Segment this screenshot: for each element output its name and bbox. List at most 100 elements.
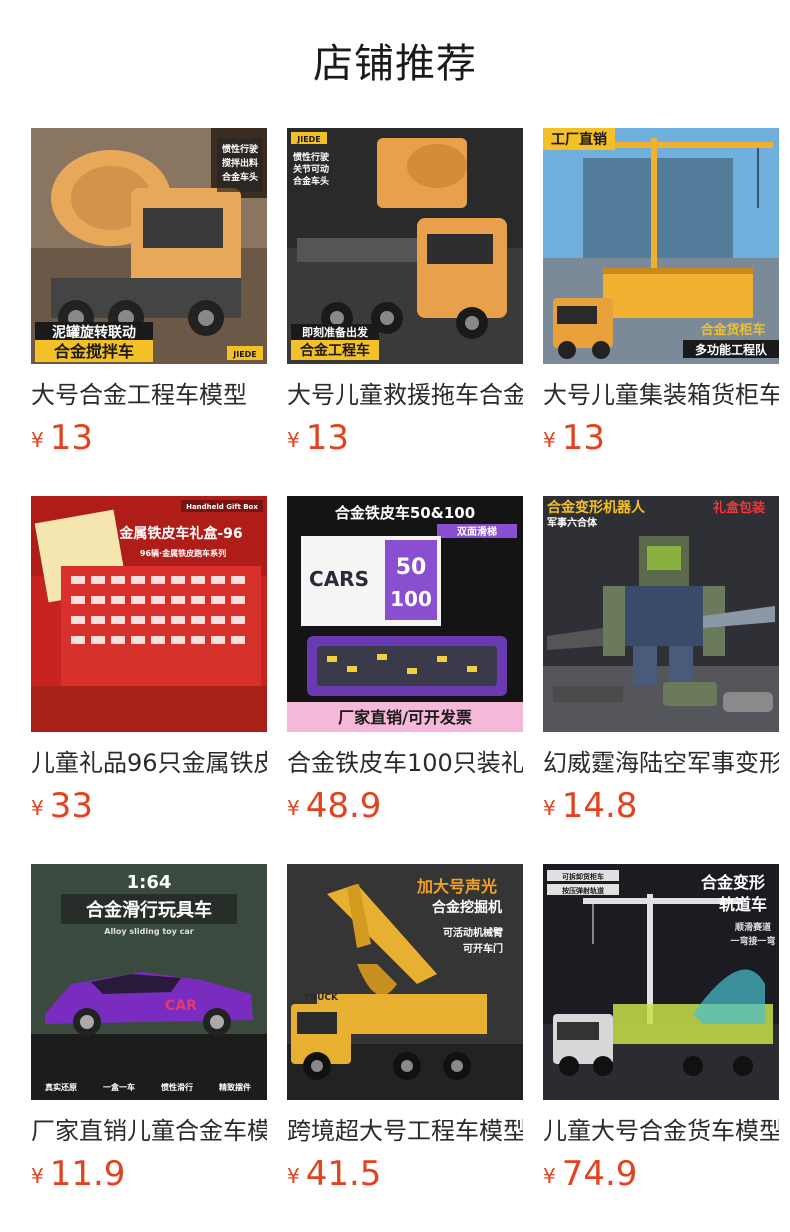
image-caption-sub: Alloy sliding toy car xyxy=(104,927,194,936)
image-caption-3: 厂家直销/可开发票 xyxy=(338,708,472,727)
product-name[interactable]: 大号合金工程车模型 xyxy=(31,378,267,412)
currency-symbol: ¥ xyxy=(287,796,300,820)
currency-symbol: ¥ xyxy=(543,796,556,820)
image-caption-tag: 礼盒包装 xyxy=(713,500,765,516)
brand-label: TRUCK xyxy=(304,993,339,1003)
product-name[interactable]: 跨境超大号工程车模型 xyxy=(287,1114,523,1148)
excavator-truck-image: 加大号声光 合金挖掘机 可活动机械臂 可开车门 TRUCK xyxy=(287,864,523,1100)
brand-label: JIEDE xyxy=(232,350,257,359)
image-caption-1: 加大号声光 xyxy=(416,877,497,896)
product-image[interactable]: 1:64 合金滑行玩具车 Alloy sliding toy car CAR 真… xyxy=(31,864,267,1100)
image-caption-1: 合金变形 xyxy=(701,873,765,892)
badge-line-1: 惯性行驶 xyxy=(293,151,330,163)
image-caption-1: 泥罐旋转联动 xyxy=(52,324,136,341)
product-price: ¥74.9 xyxy=(543,1154,637,1194)
product-image[interactable]: 合金变形机器人 军事六合体 礼盒包装 xyxy=(543,496,779,732)
image-caption-tag: Handheld Gift Box xyxy=(186,503,258,511)
product-card[interactable]: 可拆卸货柜车 按压弹射轨道 合金变形 轨道车 顺滑赛道 一弯接一弯 儿童大号合金… xyxy=(543,864,779,1204)
product-name[interactable]: 大号儿童救援拖车合金 xyxy=(287,378,523,412)
product-image[interactable]: JIEDE 惯性行驶 关节可动 合金车头 即刻准备出发 合金工程车 xyxy=(287,128,523,364)
gift-box-cars-image: Handheld Gift Box 金属铁皮车礼盒-96 96辆·金属铁皮跑车系… xyxy=(31,496,267,732)
product-card[interactable]: Handheld Gift Box 金属铁皮车礼盒-96 96辆·金属铁皮跑车系… xyxy=(31,496,267,836)
price-value: 11.9 xyxy=(49,1154,126,1194)
image-caption-1: 金属铁皮车礼盒-96 xyxy=(118,525,242,542)
price-value: 13 xyxy=(49,418,93,458)
product-image[interactable]: 加大号声光 合金挖掘机 可活动机械臂 可开车门 TRUCK xyxy=(287,864,523,1100)
product-price: ¥11.9 xyxy=(31,1154,125,1194)
product-card[interactable]: 工厂直销 合金货柜车 多功能工程队 大号儿童集装箱货柜车 ¥13 xyxy=(543,128,779,468)
image-caption-1: 合金滑行玩具车 xyxy=(86,899,212,921)
image-caption-4: 可开车门 xyxy=(463,942,503,955)
cement-mixer-truck-image: 惯性行驶 搅拌出料 合金车头 泥罐旋转联动 合金搅拌车 JIEDE xyxy=(31,128,267,364)
box-label: CARS xyxy=(309,567,369,591)
product-image[interactable]: Handheld Gift Box 金属铁皮车礼盒-96 96辆·金属铁皮跑车系… xyxy=(31,496,267,732)
product-name[interactable]: 儿童大号合金货车模型 xyxy=(543,1114,779,1148)
currency-symbol: ¥ xyxy=(287,428,300,452)
image-caption-2: 军事六合体 xyxy=(547,516,598,529)
image-caption-4: 一弯接一弯 xyxy=(730,935,775,947)
product-price: ¥14.8 xyxy=(543,786,637,826)
product-card[interactable]: 合金变形机器人 军事六合体 礼盒包装 幻威霆海陆空军事变形机器人 ¥14.8 xyxy=(543,496,779,836)
product-price: ¥33 xyxy=(31,786,93,826)
brand-label: JIEDE xyxy=(296,135,321,144)
badge-line-2: 关节可动 xyxy=(293,163,329,175)
cars-100-box-image: 合金铁皮车50&100 双面滑梯 CARS 50 100 厂家直销/可开发票 xyxy=(287,496,523,732)
badge-line-1: 惯性行驶 xyxy=(222,143,259,155)
price-value: 74.9 xyxy=(561,1154,638,1194)
track-crane-truck-image: 可拆卸货柜车 按压弹射轨道 合金变形 轨道车 顺滑赛道 一弯接一弯 xyxy=(543,864,779,1100)
product-image[interactable]: 惯性行驶 搅拌出料 合金车头 泥罐旋转联动 合金搅拌车 JIEDE xyxy=(31,128,267,364)
product-card[interactable]: JIEDE 惯性行驶 关节可动 合金车头 即刻准备出发 合金工程车 大号儿童救援… xyxy=(287,128,523,468)
image-caption-1: 合金铁皮车50&100 xyxy=(334,504,475,522)
image-caption-2: 合金工程车 xyxy=(300,342,370,359)
rescue-tow-truck-image: JIEDE 惯性行驶 关节可动 合金车头 即刻准备出发 合金工程车 xyxy=(287,128,523,364)
product-image[interactable]: 可拆卸货柜车 按压弹射轨道 合金变形 轨道车 顺滑赛道 一弯接一弯 xyxy=(543,864,779,1100)
image-tag-1: 可拆卸货柜车 xyxy=(562,872,604,881)
box-number-2: 100 xyxy=(390,587,432,611)
image-caption-2: 多功能工程队 xyxy=(695,342,768,357)
crane-container-truck-image: 工厂直销 合金货柜车 多功能工程队 xyxy=(543,128,779,364)
car-text: CAR xyxy=(165,998,197,1014)
product-name[interactable]: 幻威霆海陆空军事变形机器人 xyxy=(543,746,779,780)
product-card[interactable]: 合金铁皮车50&100 双面滑梯 CARS 50 100 厂家直销/可开发票 合… xyxy=(287,496,523,836)
image-caption-2: 轨道车 xyxy=(719,895,767,914)
currency-symbol: ¥ xyxy=(287,1164,300,1188)
product-name[interactable]: 合金铁皮车100只装礼盒 xyxy=(287,746,523,780)
product-price: ¥13 xyxy=(287,418,349,458)
image-caption-2: 合金搅拌车 xyxy=(54,342,134,361)
currency-symbol: ¥ xyxy=(31,1164,44,1188)
product-image[interactable]: 合金铁皮车50&100 双面滑梯 CARS 50 100 厂家直销/可开发票 xyxy=(287,496,523,732)
badge-line-2: 搅拌出料 xyxy=(222,157,258,169)
product-price: ¥13 xyxy=(543,418,605,458)
product-card[interactable]: 惯性行驶 搅拌出料 合金车头 泥罐旋转联动 合金搅拌车 JIEDE 大号合金工程… xyxy=(31,128,267,468)
image-caption-1: 合金变形机器人 xyxy=(547,499,646,516)
box-number-1: 50 xyxy=(396,555,427,580)
image-caption-2: 合金挖掘机 xyxy=(432,899,502,916)
currency-symbol: ¥ xyxy=(31,796,44,820)
purple-sports-car-image: 1:64 合金滑行玩具车 Alloy sliding toy car CAR 真… xyxy=(31,864,267,1100)
currency-symbol: ¥ xyxy=(543,428,556,452)
price-value: 13 xyxy=(561,418,605,458)
price-value: 41.5 xyxy=(305,1154,382,1194)
image-caption-top: 1:64 xyxy=(127,872,172,893)
product-price: ¥41.5 xyxy=(287,1154,381,1194)
image-feature-1: 真实还原 xyxy=(45,1082,77,1092)
image-caption-top: 工厂直销 xyxy=(551,131,607,148)
badge-line-3: 合金车头 xyxy=(222,171,258,183)
store-recommendations-page: 店铺推荐 惯性行驶 搅拌出料 合金车头 泥罐旋转联动 合金搅拌车 JIEDE 大… xyxy=(0,0,790,1232)
image-caption-3: 顺滑赛道 xyxy=(735,921,771,933)
product-name[interactable]: 儿童礼品96只金属铁皮车 xyxy=(31,746,267,780)
product-name[interactable]: 大号儿童集装箱货柜车 xyxy=(543,378,779,412)
product-card[interactable]: 加大号声光 合金挖掘机 可活动机械臂 可开车门 TRUCK 跨境超大号工程车模型… xyxy=(287,864,523,1204)
product-image[interactable]: 工厂直销 合金货柜车 多功能工程队 xyxy=(543,128,779,364)
image-caption-1: 合金货柜车 xyxy=(700,322,765,338)
product-card[interactable]: 1:64 合金滑行玩具车 Alloy sliding toy car CAR 真… xyxy=(31,864,267,1204)
image-feature-2: 一盒一车 xyxy=(103,1082,135,1092)
product-name[interactable]: 厂家直销儿童合金车模型 xyxy=(31,1114,267,1148)
currency-symbol: ¥ xyxy=(31,428,44,452)
image-caption-1: 即刻准备出发 xyxy=(302,325,369,339)
transforming-robot-image: 合金变形机器人 军事六合体 礼盒包装 xyxy=(543,496,779,732)
price-value: 14.8 xyxy=(561,786,638,826)
image-caption-2: 双面滑梯 xyxy=(457,525,497,538)
badge-line-3: 合金车头 xyxy=(293,175,329,187)
image-feature-4: 精致摆件 xyxy=(219,1082,251,1092)
